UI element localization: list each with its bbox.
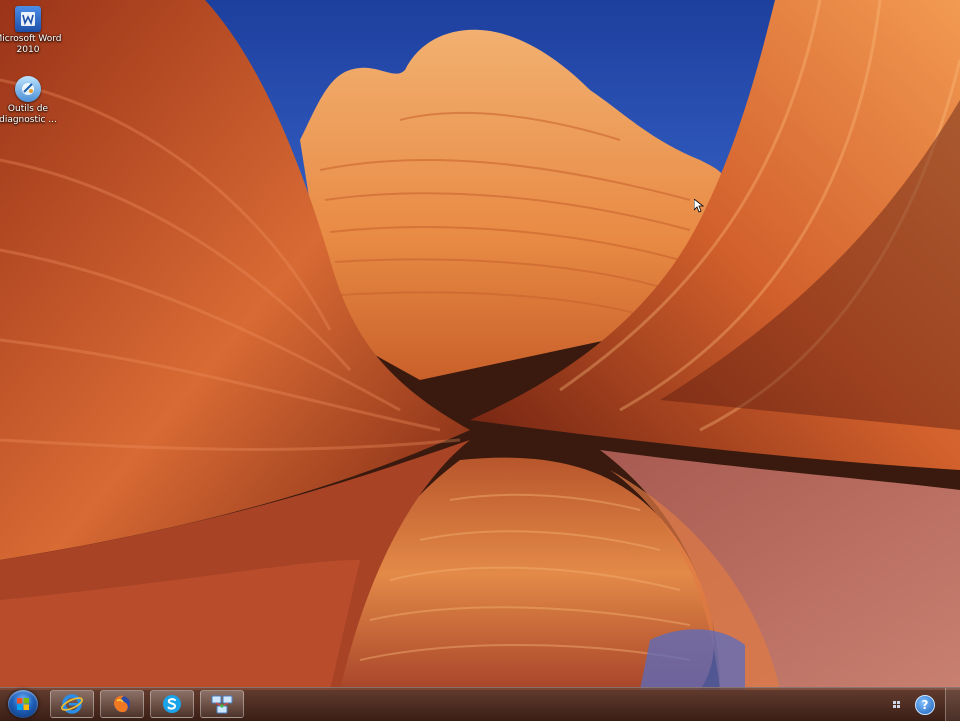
network-icon (211, 695, 233, 714)
taskbar: ? (0, 687, 960, 721)
windows-logo-icon (17, 698, 29, 710)
desktop-icon-label: Outils de diagnostic ... (0, 104, 57, 125)
tray-overflow-icon[interactable] (892, 696, 902, 714)
skype-icon (163, 695, 181, 713)
desktop-icon-diagnostic-tools[interactable]: Outils de diagnostic ... (0, 76, 60, 126)
windows-start-button[interactable] (8, 690, 38, 718)
desktop-icon-label: Microsoft Word 2010 (0, 34, 62, 55)
desktop-wallpaper (0, 0, 960, 720)
system-tray: ? (884, 688, 960, 721)
diagnostic-tools-icon (15, 76, 41, 102)
taskbar-firefox-button[interactable] (100, 690, 144, 718)
taskbar-skype-button[interactable] (150, 690, 194, 718)
internet-explorer-icon (61, 694, 83, 714)
word-icon (15, 6, 41, 32)
firefox-icon (114, 695, 130, 713)
help-icon[interactable]: ? (915, 694, 935, 715)
show-desktop-button[interactable] (945, 688, 960, 721)
taskbar-internet-explorer-button[interactable] (50, 690, 94, 718)
taskbar-network-button[interactable] (200, 690, 244, 718)
mouse-cursor-icon (693, 198, 705, 213)
desktop-icon-word[interactable]: Microsoft Word 2010 (0, 6, 62, 56)
